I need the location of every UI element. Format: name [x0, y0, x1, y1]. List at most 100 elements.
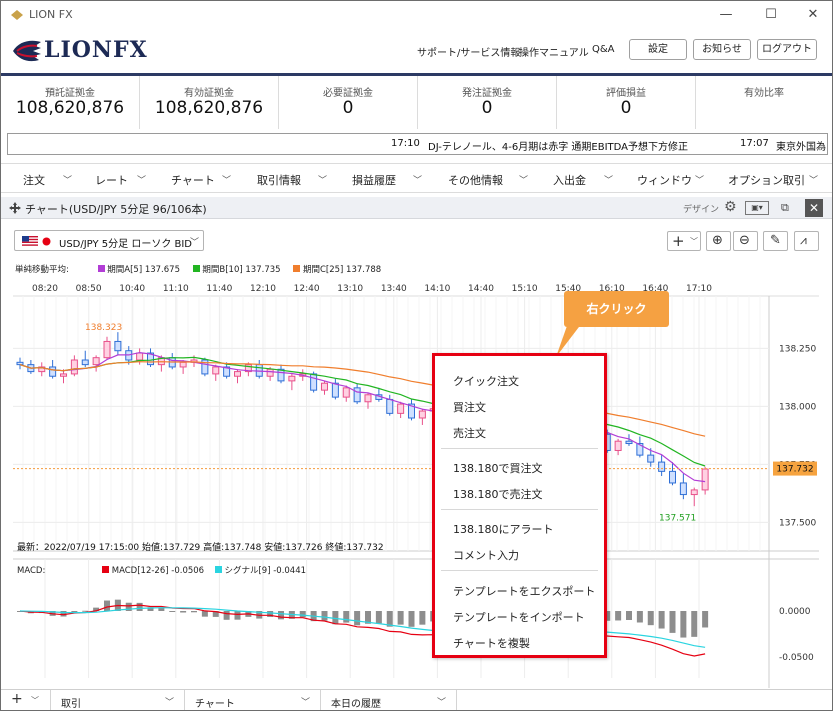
menu-order[interactable]: 注文	[23, 172, 45, 188]
summary-cell: 評価損益 0	[557, 76, 696, 129]
macd-histogram-bar	[615, 611, 622, 621]
maximize-button[interactable]: ☐	[756, 5, 786, 25]
context-menu: クイック注文 買注文 売注文 138.180で買注文 138.180で売注文 1…	[432, 353, 607, 658]
panel-close-icon[interactable]: ✕	[805, 199, 823, 217]
symbol-label: USD/JPY 5分足 ローソク BID	[59, 239, 193, 250]
ticker-text[interactable]: 東京外国為	[776, 138, 826, 153]
zoom-in-button[interactable]: ⊕	[706, 231, 731, 251]
ctx-export-template[interactable]: テンプレートをエクスポート	[453, 583, 595, 599]
legend-item: 期間A[5] 137.675	[107, 265, 180, 275]
candle-body	[342, 387, 350, 398]
ctx-import-template[interactable]: テンプレートをインポート	[453, 609, 585, 625]
menu-deposit[interactable]: 入出金	[553, 172, 586, 188]
summary-label: 有効比率	[744, 88, 784, 99]
candle-body	[92, 357, 100, 366]
summary-label: 評価損益	[606, 88, 646, 99]
support-link[interactable]: サポート/サービス情報	[417, 44, 520, 59]
menu-trade-info[interactable]: 取引情報	[257, 172, 301, 188]
pencil-icon: ✎	[770, 233, 781, 248]
gear-icon[interactable]: ⚙	[724, 199, 737, 215]
menu-options[interactable]: オプション取引	[728, 172, 805, 188]
summary-value: 0	[620, 98, 632, 118]
tab-label: 本日の履歴	[331, 699, 381, 710]
macd-histogram-bar	[375, 611, 382, 624]
legend-swatch	[97, 265, 105, 272]
design-label[interactable]: デザイン	[683, 202, 719, 215]
zoom-out-button[interactable]: ⊖	[733, 231, 758, 251]
high-price-label: 138.323	[85, 323, 122, 333]
compare-button[interactable]: ⩘	[794, 231, 819, 251]
ctx-alert-at-price[interactable]: 138.180にアラート	[453, 521, 554, 537]
tab-history[interactable]: 本日の履歴 ﹀	[321, 690, 457, 710]
ctx-duplicate-chart[interactable]: チャートを複製	[453, 635, 530, 651]
legend-title: 単純移動平均:	[15, 265, 69, 275]
tab-trade[interactable]: 取引 ﹀	[51, 690, 185, 710]
ctx-buy-at-price[interactable]: 138.180で買注文	[453, 460, 543, 476]
menu-chart[interactable]: チャート	[171, 172, 215, 188]
qa-link[interactable]: Q&A	[592, 44, 615, 55]
ctx-buy-order[interactable]: 買注文	[453, 399, 486, 415]
chart-area[interactable]: 08:20 08:50 10:40 11:10 11:40 12:10 12:40 13:10…	[13, 278, 819, 688]
macd-histogram-bar	[397, 611, 404, 625]
ctx-sell-at-price[interactable]: 138.180で売注文	[453, 486, 543, 502]
ctx-sell-order[interactable]: 売注文	[453, 425, 486, 441]
macd-tick-label: 0.0000	[779, 607, 811, 617]
candle-body	[397, 403, 405, 414]
candle-body	[234, 371, 241, 377]
minimize-button[interactable]: —	[711, 5, 741, 25]
macd-histogram-bar	[419, 611, 426, 625]
menu-rate[interactable]: レート	[95, 172, 128, 188]
logout-button[interactable]: ログアウト	[757, 39, 817, 60]
bottom-tab-bar: + ﹀ 取引 ﹀ チャート ﹀ 本日の履歴 ﹀	[1, 689, 832, 710]
time-tick-label: 08:50	[76, 284, 102, 294]
menu-pl-history[interactable]: 損益履歴	[352, 172, 396, 188]
add-indicator-button[interactable]: + ﹀	[667, 231, 701, 251]
tab-chart[interactable]: チャート ﹀	[185, 690, 321, 710]
notice-button[interactable]: お知らせ	[693, 39, 751, 60]
low-price-label: 137.571	[659, 513, 696, 523]
ctx-quick-order[interactable]: クイック注文	[453, 373, 519, 389]
macd-histogram-bar	[691, 611, 698, 637]
layout-dropdown-icon[interactable]: ▣▾	[745, 201, 769, 215]
summary-label: 発注証拠金	[462, 88, 512, 99]
news-ticker[interactable]: 17:10 DJ-テレノール、4-6月期は赤字 通期EBITDA予想下方修正 1…	[7, 133, 828, 155]
summary-cell: 有効比率	[696, 76, 832, 129]
manual-link[interactable]: 操作マニュアル	[519, 44, 589, 59]
move-icon[interactable]	[9, 202, 21, 214]
brand-logo: LIONFX	[44, 37, 148, 63]
summary-value: 108,620,876	[15, 98, 125, 118]
menu-window[interactable]: ウィンドウ	[637, 172, 692, 188]
callout-pointer	[556, 323, 582, 357]
settings-button[interactable]: 設定	[629, 39, 687, 60]
close-button[interactable]: ✕	[798, 5, 828, 25]
macd-item: シグナル[9] -0.0441	[224, 566, 307, 576]
add-tab-button[interactable]: + ﹀	[1, 690, 51, 710]
candle-body	[418, 410, 426, 419]
time-tick-label: 11:40	[206, 284, 232, 294]
summary-value: 0	[481, 98, 493, 118]
macd-legend: MACD: MACD[12-26] -0.0506 シグナル[9] -0.044…	[17, 564, 306, 576]
legend-swatch	[102, 566, 110, 573]
candlestick-chart[interactable]: 08:20 08:50 10:40 11:10 11:40 12:10 12:40 13:10…	[13, 278, 819, 688]
legend-swatch	[192, 265, 200, 272]
chart-compare-icon: ⩘	[800, 233, 807, 247]
time-tick-label: 13:10	[337, 284, 363, 294]
ticker-time: 17:07	[740, 138, 769, 149]
chevron-down-icon: ﹀	[318, 176, 328, 186]
app-header: LIONFX サポート/サービス情報 操作マニュアル Q&A 設定 お知らせ ロ…	[1, 29, 832, 73]
menu-other-info[interactable]: その他情報	[448, 172, 503, 188]
candle-body	[49, 366, 57, 377]
chevron-down-icon: ﹀	[300, 698, 310, 708]
macd-histogram-bar	[104, 600, 110, 611]
symbol-select[interactable]: USD/JPY 5分足 ローソク BID ﹀	[14, 230, 204, 251]
draw-button[interactable]: ✎	[763, 231, 788, 251]
plus-icon: +	[672, 232, 685, 250]
ctx-add-comment[interactable]: コメント入力	[453, 547, 519, 563]
menu-divider	[441, 509, 598, 510]
summary-value: 108,620,876	[154, 98, 264, 118]
popout-icon[interactable]: ⧉	[781, 201, 795, 215]
chevron-down-icon: ﹀	[222, 176, 232, 186]
ma-legend: 単純移動平均: 期間A[5] 137.675 期間B[10] 137.735 期…	[15, 263, 381, 277]
plus-icon: +	[11, 691, 23, 707]
ticker-text[interactable]: DJ-テレノール、4-6月期は赤字 通期EBITDA予想下方修正	[428, 138, 688, 153]
